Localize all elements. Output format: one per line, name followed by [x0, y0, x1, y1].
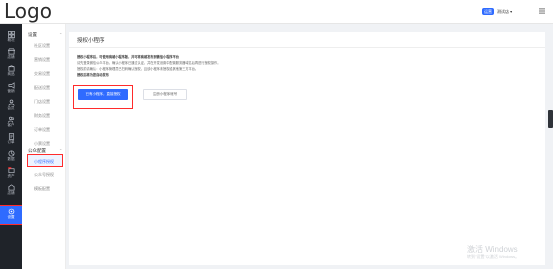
rail-label: 营销 [7, 89, 15, 93]
page-title: 授权小程序 [77, 38, 105, 44]
status-badge: 运营 [482, 8, 494, 15]
gear-icon [8, 208, 14, 215]
store-icon [7, 48, 15, 55]
left-rail: 概况 店铺 商品 营销 会员 客户 订单 数据 资产 店铺 设置 [0, 24, 23, 269]
chevron-up-icon[interactable]: ⌃ [59, 148, 62, 153]
description-line: 授权后将为您自动发布 [77, 73, 109, 77]
rail-label: 订单 [7, 140, 15, 144]
rail-item-marketing[interactable]: 营销 [0, 80, 22, 96]
rail-item-order[interactable]: 订单 [0, 131, 22, 147]
authorize-button[interactable]: 已有小程序，直接授权 [78, 89, 128, 100]
rail-label: 设置 [7, 215, 15, 219]
wallet-icon [7, 167, 14, 174]
user-icon [8, 99, 14, 106]
sub-nav-item-miniprogram-auth[interactable]: 小程序授权 [27, 154, 63, 167]
chevron-up-icon[interactable]: ⌃ [59, 32, 62, 37]
rail-label: 概况 [7, 38, 15, 42]
divider [69, 47, 545, 48]
logo: Logo [4, 0, 52, 23]
sub-nav-item[interactable]: 配送设置 [34, 85, 50, 91]
rail-item-assets[interactable]: 资产 [0, 165, 22, 181]
rail-item-data[interactable]: 数据 [0, 148, 22, 164]
description-line: 授权前请确认：小程序管理员已扫码确认授权，且该小程序未授权给其他第三方平台。 [77, 67, 199, 71]
rail-label: 店铺 [7, 191, 15, 195]
sub-nav-item[interactable]: 营销设置 [34, 57, 50, 63]
sub-nav-item[interactable]: 模板配置 [34, 186, 50, 192]
rail-item-goods[interactable]: 商品 [0, 63, 22, 79]
box-icon [8, 65, 14, 72]
main-panel: 授权小程序 授权小程序后，可使用商城小程序版，并可将商城发布到微信小程序平台 请… [69, 32, 545, 265]
sub-nav-item[interactable]: 门店设置 [34, 99, 50, 105]
sub-nav: 设置 ⌃ 社区设置 营销设置 交易设置 配送设置 门店设置 财务设置 订单设置 … [22, 24, 88, 269]
users-icon [7, 116, 14, 123]
top-bar: Logo 运营 测试店 ▾ [0, 0, 553, 24]
watermark-title: 激活 Windows [467, 245, 518, 254]
rail-item-settings[interactable]: 设置 [0, 205, 23, 225]
rail-item-store[interactable]: 店铺 [0, 46, 22, 62]
rail-label: 店铺 [7, 55, 15, 59]
sub-nav-item[interactable]: 公众号授权 [34, 172, 54, 178]
sub-nav-item[interactable]: 订单设置 [34, 127, 50, 133]
rail-item-overview[interactable]: 概况 [0, 29, 22, 45]
chart-icon [8, 150, 14, 157]
side-handle[interactable] [548, 110, 553, 128]
account-dropdown[interactable]: 测试店 ▾ [497, 8, 512, 15]
sub-nav-item[interactable]: 财务设置 [34, 113, 50, 119]
shop-icon [7, 184, 15, 191]
rail-item-member[interactable]: 会员 [0, 97, 22, 113]
watermark-subtitle: 转到"设置"以激活 Windows。 [467, 254, 520, 259]
order-icon [8, 133, 14, 140]
rail-label: 资产 [7, 174, 15, 178]
rail-item-shop[interactable]: 店铺 [0, 182, 22, 198]
rail-label: 数据 [7, 157, 15, 161]
sub-nav-item[interactable]: 交易设置 [34, 71, 50, 77]
description-line: 授权小程序后，可使用商城小程序版，并可将商城发布到微信小程序平台 [77, 55, 179, 59]
sub-nav-item[interactable]: 社区设置 [34, 43, 50, 49]
description-line: 请先登录微信公众平台，确认小程序已通过认证，并在开发设置中配置服务器域名后再进行… [77, 61, 221, 65]
sub-nav-group-settings[interactable]: 设置 [28, 32, 37, 38]
rail-label: 会员 [7, 106, 15, 110]
menu-icon[interactable] [538, 7, 546, 15]
register-button[interactable]: 注册小程序帐号 [143, 89, 187, 100]
megaphone-icon [8, 82, 14, 89]
rail-label: 商品 [7, 72, 15, 76]
activation-watermark: 激活 Windows 转到"设置"以激活 Windows。 [467, 245, 519, 259]
sub-nav-item[interactable]: 小票设置 [34, 141, 50, 147]
grid-icon [7, 31, 15, 38]
rail-item-customer[interactable]: 客户 [0, 114, 22, 130]
rail-label: 客户 [7, 123, 15, 127]
